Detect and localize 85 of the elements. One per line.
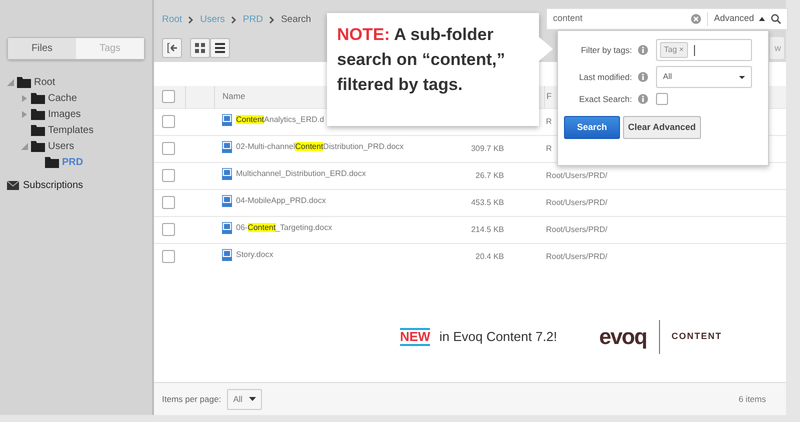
callout-text: NOTE: A sub-folder search on “content,” filtered by tags. — [337, 24, 506, 96]
info-icon[interactable] — [638, 94, 648, 104]
folder-path: Root/Users/PRD/ — [546, 198, 608, 206]
logo-wordmark: evoq — [599, 324, 647, 350]
select-all-checkbox[interactable] — [162, 90, 175, 104]
column-header: Name — [222, 91, 246, 102]
promo-text: in Evoq Content 7.2! — [439, 328, 558, 346]
column-header: F — [546, 91, 552, 102]
document-icon — [222, 114, 232, 126]
file-name[interactable]: Multichannel_Distribution_ERD.docx — [236, 168, 366, 180]
folder-path: R — [546, 116, 552, 126]
row-checkbox[interactable] — [162, 169, 175, 182]
row-checkbox[interactable] — [162, 196, 175, 209]
exact-search-checkbox[interactable] — [656, 93, 668, 106]
tree-item[interactable]: Images — [48, 106, 81, 122]
info-icon[interactable] — [638, 72, 648, 82]
document-icon — [222, 140, 232, 152]
panel-button[interactable]: Clear Advanced — [623, 116, 701, 140]
chevron-icon — [268, 16, 275, 24]
field-label: Exact Search: — [578, 93, 632, 106]
folder-icon — [45, 156, 59, 168]
info-icon[interactable] — [638, 45, 648, 55]
tree-item[interactable]: Templates — [48, 122, 94, 138]
field-label: Last modified: — [578, 70, 632, 84]
grid-view-button[interactable] — [190, 38, 210, 58]
document-icon — [222, 168, 232, 180]
row-checkbox[interactable] — [162, 142, 175, 155]
envelope-icon — [7, 181, 19, 190]
tags-field[interactable]: Tag × — [656, 39, 752, 61]
caret-icon — [739, 76, 745, 78]
date-select[interactable]: All — [656, 66, 752, 88]
file-size: 214.5 KB — [471, 224, 504, 234]
list-view-button[interactable] — [210, 38, 230, 58]
file-size: 20.4 KB — [476, 252, 504, 261]
caret-icon — [759, 17, 765, 21]
file-name[interactable]: ContentAnalytics_ERD.d — [236, 114, 324, 126]
collapse-panel-icon — [167, 43, 177, 54]
file-size: 453.5 KB — [471, 198, 504, 206]
row-checkbox[interactable] — [162, 223, 175, 236]
search-box[interactable]: content Advanced — [546, 8, 788, 30]
item-count: 6 items — [738, 392, 767, 406]
tag-chip[interactable]: Tag × — [660, 42, 688, 58]
folder-icon — [17, 76, 31, 88]
panel-button[interactable]: Search — [564, 116, 620, 140]
document-icon — [222, 194, 232, 206]
advanced-toggle[interactable]: Advanced — [706, 12, 765, 26]
row-checkbox[interactable] — [162, 250, 175, 264]
file-size: 26.7 KB — [476, 170, 504, 180]
file-size: 309.7 KB — [471, 144, 504, 152]
grid-icon — [195, 43, 205, 54]
breadcrumb-item: Search — [280, 13, 312, 27]
folder-path: Root/Users/PRD/ — [546, 224, 608, 234]
document-icon — [222, 222, 232, 234]
new-badge: NEW — [400, 328, 430, 346]
folder-icon — [31, 124, 45, 136]
tree-item[interactable]: Root — [34, 74, 56, 90]
row-checkbox[interactable] — [162, 115, 175, 128]
per-page-label: Items per page: — [162, 392, 222, 406]
chevron-icon — [230, 16, 237, 24]
tree-item[interactable]: Cache — [48, 90, 77, 106]
sidebar-tab[interactable]: Files — [8, 38, 76, 59]
folder-icon — [31, 92, 45, 104]
document-icon — [222, 248, 232, 261]
folder-path: Root/Users/PRD/ — [546, 252, 608, 261]
clear-icon[interactable] — [690, 14, 701, 24]
expand-toggle-icon[interactable] — [21, 94, 28, 102]
expand-toggle-icon[interactable] — [21, 110, 28, 118]
field-label: Filter by tags: — [580, 44, 632, 56]
tree-item[interactable]: Users — [48, 138, 74, 154]
list-icon — [215, 43, 225, 54]
folder-icon — [31, 108, 45, 120]
file-name[interactable]: 04-MobileApp_PRD.docx — [236, 194, 326, 206]
collapse-toggle-icon[interactable] — [7, 78, 14, 86]
chevron-icon — [188, 16, 194, 24]
subscriptions-link[interactable]: Subscriptions — [23, 178, 84, 193]
folder-path: R — [546, 144, 552, 152]
back-button[interactable] — [162, 38, 182, 58]
file-name[interactable]: Story.docx — [236, 248, 274, 261]
folder-path: Root/Users/PRD/ — [546, 170, 608, 180]
collapse-toggle-icon[interactable] — [21, 142, 28, 150]
search-icon[interactable] — [771, 14, 781, 24]
caret-icon — [248, 397, 256, 401]
logo-product: CONTENT — [672, 330, 722, 344]
per-page-select[interactable]: All — [227, 388, 262, 410]
folder-icon — [31, 140, 45, 152]
